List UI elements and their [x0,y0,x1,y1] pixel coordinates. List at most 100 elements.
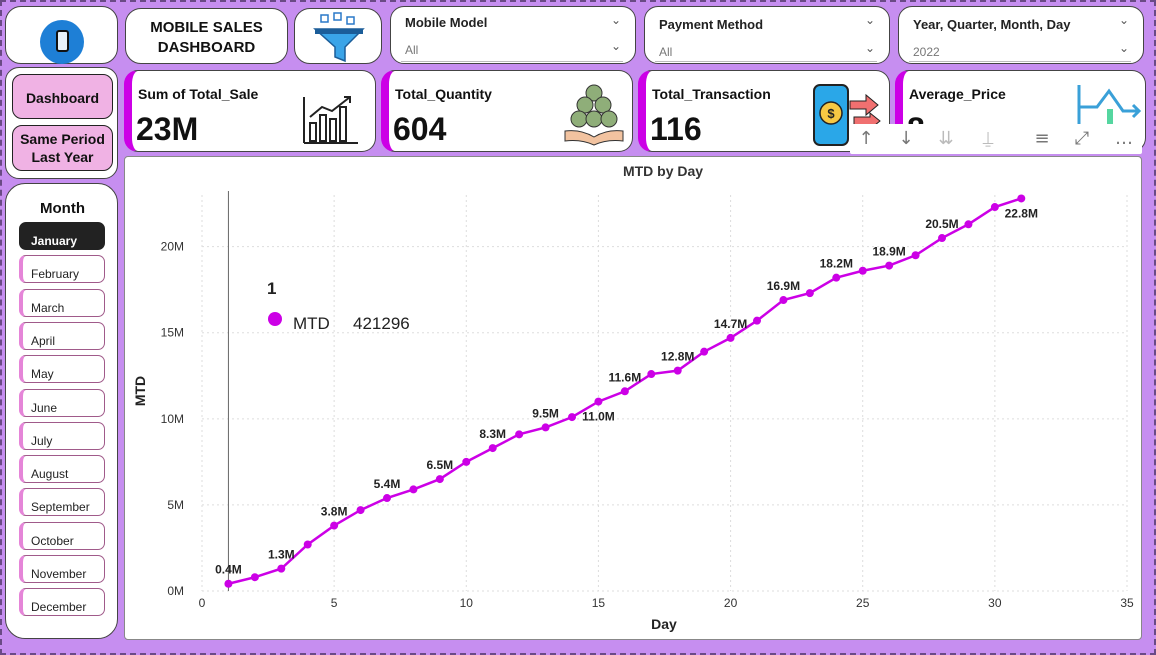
drill-down-icon[interactable]: ↓ [894,128,918,149]
x-tick-label: 0 [199,596,206,610]
month-item-june[interactable]: June [19,388,105,417]
month-item-may[interactable]: May [19,355,105,384]
kpi-label: Total_Quantity [395,86,492,102]
month-item-december[interactable]: December [19,588,105,617]
title-line-1: MOBILE SALES [150,19,263,36]
data-point[interactable] [356,506,365,515]
month-item-january[interactable]: January [19,222,105,250]
slicer-title: Payment Method [659,17,764,32]
payment-method-slicer[interactable]: Payment Method ⌄ All ⌄ [644,6,890,64]
data-point[interactable] [647,370,656,379]
tooltip-series-name: MTD [293,314,330,333]
same-period-last-year-button[interactable]: Same Period Last Year [12,125,113,171]
data-point[interactable] [303,540,312,549]
data-point[interactable] [1017,194,1026,203]
data-point[interactable] [541,423,550,432]
data-label: 9.5M [532,406,559,420]
data-point[interactable] [277,564,286,573]
month-item-april[interactable]: April [19,321,105,350]
mtd-by-day-chart[interactable]: MTD by Day Day MTD 0 5 10 15 20 25 30 35 0M 5M 10M… [124,156,1142,640]
focus-mode-icon[interactable]: ⤢ [1070,128,1094,149]
month-item-november[interactable]: November [19,555,105,583]
data-point[interactable] [383,494,391,503]
y-tick-label: 15M [161,326,184,340]
dashboard-title: MOBILE SALES DASHBOARD [125,8,288,64]
x-tick-label: 35 [1120,596,1134,610]
chevron-down-icon[interactable]: ⌄ [865,13,875,27]
data-point[interactable] [779,296,788,305]
month-slicer: Month January February March April May June Ju… [5,183,118,639]
data-point[interactable] [594,397,603,406]
data-point[interactable] [462,457,471,466]
data-label: 8.3M [479,427,506,441]
data-label: 11.0M [582,410,615,424]
data-point[interactable] [964,220,973,229]
data-label: 16.9M [767,279,800,293]
month-item-august[interactable]: August [19,455,105,484]
logo-card [5,6,118,64]
filter-icon[interactable]: ≡ [1030,128,1054,149]
slicer-title: Mobile Model [405,15,488,30]
x-tick-label: 20 [724,596,738,610]
more-options-icon[interactable]: … [1112,128,1136,149]
kpi-label: Total_Transaction [652,86,771,102]
data-point[interactable] [673,366,682,375]
filter-panel-button[interactable] [294,8,382,64]
data-point[interactable] [990,203,999,212]
y-tick-label: 10M [161,412,184,426]
data-point[interactable] [515,430,524,439]
tooltip-value: 421296 [353,314,410,333]
data-point[interactable] [250,573,259,582]
data-label: 12.8M [661,350,694,364]
data-point[interactable] [858,266,867,275]
data-label: 11.6M [609,370,642,384]
bar-growth-chart-icon [303,96,358,144]
month-item-february[interactable]: February [19,255,105,284]
date-hierarchy-slicer[interactable]: Year, Quarter, Month, Day ⌄ 2022 ⌄ [898,6,1144,64]
expand-all-icon[interactable]: ⇊ [934,128,958,149]
chevron-down-icon[interactable]: ⌄ [611,39,621,53]
y-axis-label: MTD [132,376,148,406]
data-point[interactable] [620,387,629,396]
data-point[interactable] [938,234,946,243]
data-point[interactable] [911,251,920,260]
visual-header-toolbar: ↑ ↓ ⇊ ⍊ ≡ ⤢ … [850,124,1142,154]
data-point[interactable] [700,347,709,356]
eraser-chevron-icon: ⌄ [610,13,621,27]
same-period-label-2: Last Year [31,149,94,165]
slicer-value[interactable]: 2022 [913,45,940,59]
month-item-march[interactable]: March [19,288,105,317]
mobile-model-slicer[interactable]: Mobile Model ⌄ All ⌄ [390,6,636,64]
chevron-down-icon[interactable]: ⌄ [1119,13,1129,27]
drill-through-icon[interactable]: ⍊ [976,128,1000,149]
data-point[interactable] [409,485,418,494]
month-item-september[interactable]: September [19,488,105,517]
data-label: 5.4M [374,477,401,491]
data-label: 6.5M [427,458,454,472]
kpi-value: 116 [650,111,702,147]
y-tick-label: 0M [167,584,184,598]
chevron-down-icon[interactable]: ⌄ [1119,41,1129,55]
kpi-label: Sum of Total_Sale [138,86,259,102]
data-point[interactable] [435,475,444,484]
funnel-filter-icon [313,12,365,63]
chevron-down-icon[interactable]: ⌄ [865,41,875,55]
slicer-value[interactable]: All [405,43,418,57]
data-point[interactable] [330,521,339,530]
data-point[interactable] [805,289,814,298]
data-point[interactable] [488,444,497,453]
drill-up-icon[interactable]: ↑ [854,128,878,149]
data-label: 14.7M [714,317,747,331]
dashboard-label: Dashboard [25,90,100,106]
month-item-july[interactable]: July [19,421,105,450]
dashboard-nav-button[interactable]: Dashboard [12,74,113,119]
data-point[interactable] [832,273,841,282]
data-point[interactable] [224,579,233,588]
month-slicer-title: Month [40,200,85,217]
data-point[interactable] [568,413,576,422]
data-point[interactable] [753,316,761,325]
data-point[interactable] [726,333,735,342]
month-item-october[interactable]: October [19,521,105,550]
data-point[interactable] [885,261,894,270]
slicer-value[interactable]: All [659,45,672,59]
